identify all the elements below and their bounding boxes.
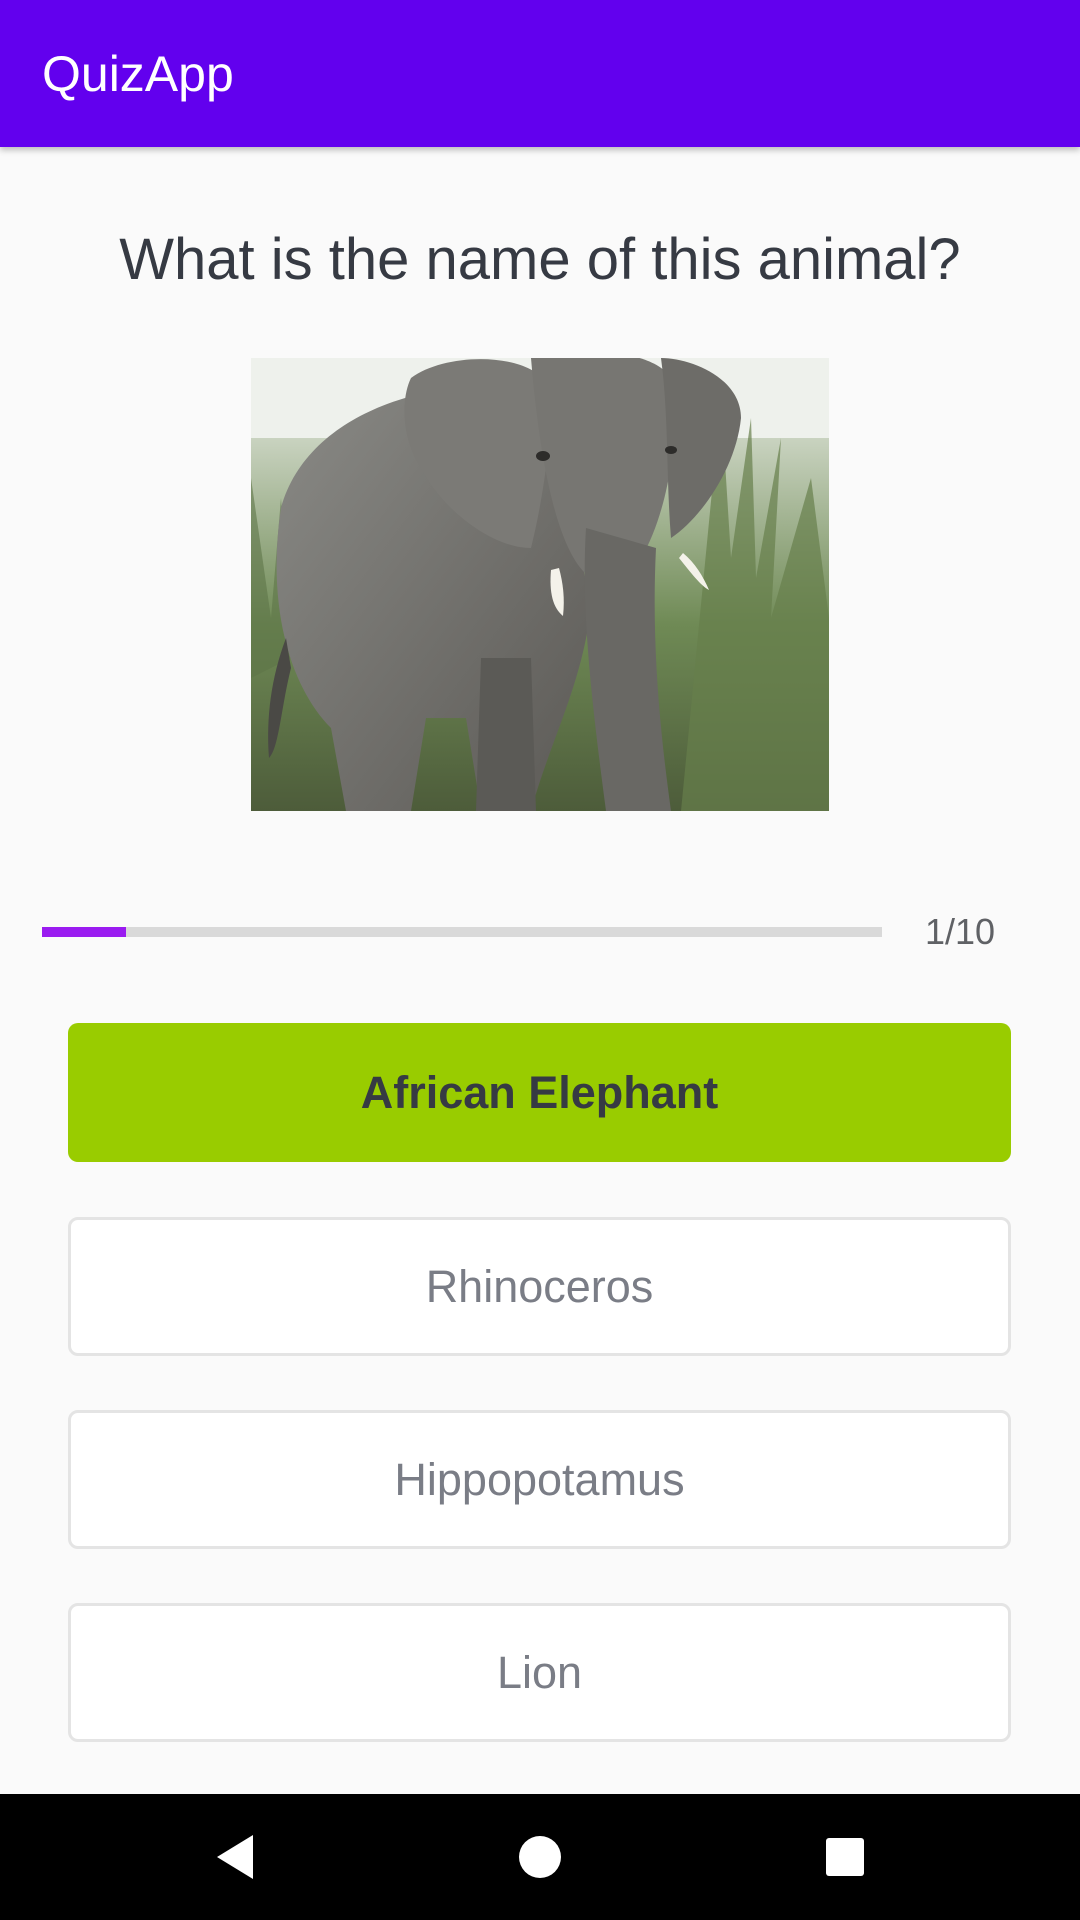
animal-image	[251, 358, 829, 811]
option-label: Rhinoceros	[425, 1260, 654, 1312]
elephant-photo	[251, 358, 829, 811]
option-label: African Elephant	[360, 1066, 719, 1118]
quiz-content: What is the name of this animal? 1/10 Af…	[0, 147, 1080, 1794]
option-button-hippopotamus[interactable]: Hippopotamus	[68, 1410, 1011, 1549]
recents-icon[interactable]	[810, 1822, 880, 1892]
option-button-african-elephant[interactable]: African Elephant	[68, 1023, 1011, 1162]
app-title: QuizApp	[42, 46, 234, 102]
option-button-rhinoceros[interactable]: Rhinoceros	[68, 1217, 1011, 1356]
option-button-lion[interactable]: Lion	[68, 1603, 1011, 1742]
option-label: Lion	[496, 1646, 583, 1698]
home-icon[interactable]	[505, 1822, 575, 1892]
progress-fill	[42, 927, 126, 937]
back-icon[interactable]	[200, 1822, 270, 1892]
system-navigation-bar	[0, 1794, 1080, 1920]
app-bar: QuizApp	[0, 0, 1080, 147]
question-text: What is the name of this animal?	[119, 227, 961, 292]
option-label: Hippopotamus	[394, 1453, 685, 1505]
progress-text: 1/10	[924, 911, 996, 952]
progress-bar	[42, 927, 882, 937]
